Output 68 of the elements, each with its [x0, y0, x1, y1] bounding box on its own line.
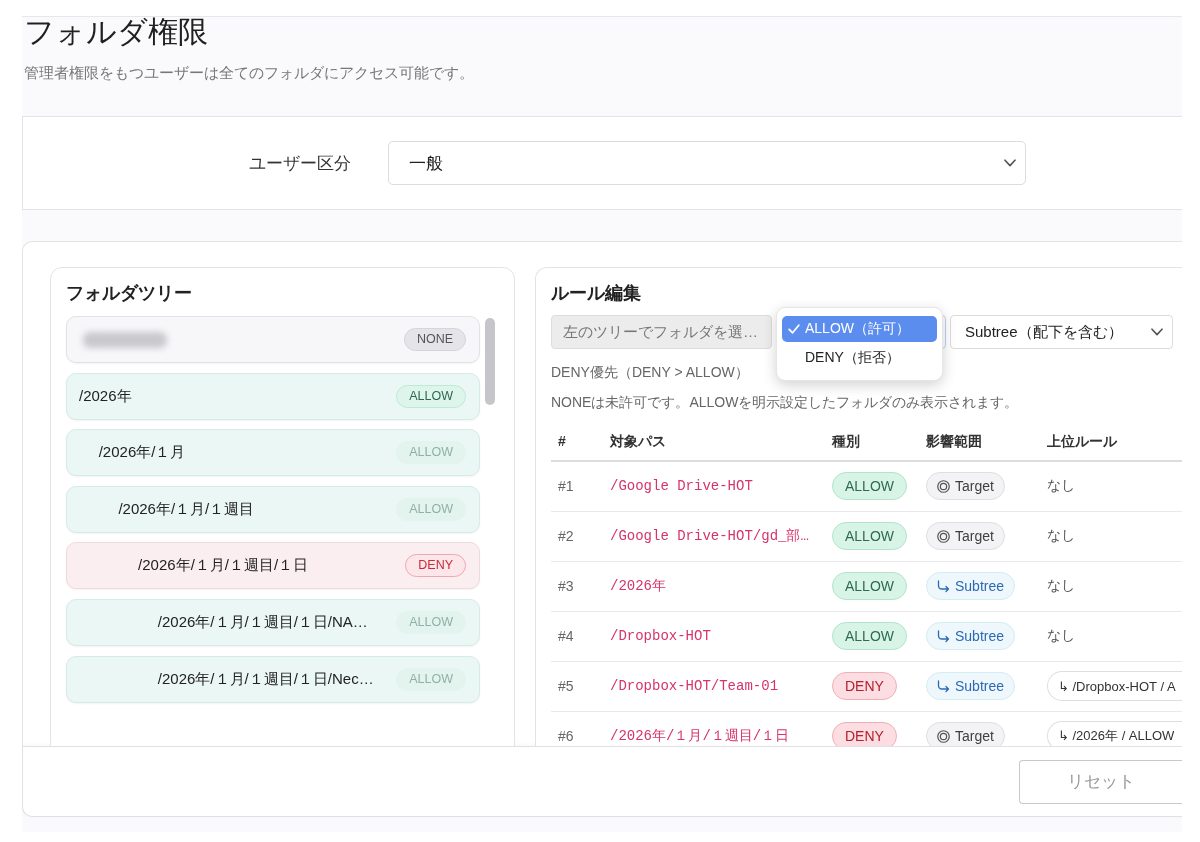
- tree-item[interactable]: /2026年/１月 ALLOW: [66, 429, 480, 477]
- parent-rule-text: なし: [1040, 561, 1182, 611]
- dropdown-option[interactable]: DENY（拒否）: [782, 345, 937, 371]
- rule-number: #1: [551, 461, 603, 511]
- permission-badge: ALLOW: [396, 384, 466, 408]
- page-title: フォルダ権限: [23, 17, 208, 47]
- scope-label: Target: [955, 528, 994, 544]
- column-header: 種別: [825, 428, 919, 461]
- tree-item[interactable]: /2026年/１月/１週目/１日/NA… ALLOW: [66, 598, 480, 646]
- parent-rule-badge: ↳ /2026年 / ALLOW: [1047, 721, 1182, 746]
- rule-number: #2: [551, 511, 603, 561]
- scope-label: Subtree: [955, 628, 1005, 644]
- permission-badge: ALLOW: [832, 572, 907, 600]
- scope-label: Subtree: [955, 578, 1005, 594]
- permission-badge: ALLOW: [832, 622, 907, 650]
- permission-badge: NONE: [403, 328, 466, 351]
- folder-field[interactable]: 左のツリーでフォルダを選…: [551, 315, 772, 349]
- scope-label: Target: [955, 478, 994, 495]
- tree-item[interactable]: /2026年/１月/１週目 ALLOW: [66, 485, 480, 533]
- tree-item[interactable]: /2026年/１月/１週目/１日/Nec… ALLOW: [66, 655, 480, 703]
- panel-title: フォルダツリー: [66, 282, 192, 305]
- help-text: DENY優先（DENY > ALLOW）: [551, 363, 749, 382]
- tree-item[interactable]: /2026年 ALLOW: [66, 372, 480, 420]
- folder-path: /Dropbox-HOT/Team-01: [603, 661, 825, 711]
- parent-rule-badge: ↳ /Dropbox-HOT / A: [1047, 671, 1182, 701]
- curved-arrow-icon: [937, 679, 950, 693]
- column-header: 対象パス: [603, 428, 825, 461]
- chevron-down-icon: [1151, 328, 1163, 336]
- parent-rule-text: なし: [1040, 461, 1182, 511]
- scope-label: Subtree: [955, 678, 1005, 694]
- curved-arrow-icon: [937, 629, 950, 643]
- page-subtitle: 管理者権限をもつユーザーは全てのフォルダにアクセス可能です。: [24, 63, 474, 83]
- permission-badge: DENY: [405, 554, 466, 578]
- folder-path: /Google Drive-HOT: [603, 461, 825, 511]
- parent-rule-text: なし: [1040, 511, 1182, 561]
- checkmark-icon: [788, 324, 800, 334]
- target-icon: [937, 729, 950, 743]
- permission-badge: ALLOW: [832, 472, 907, 501]
- curved-arrow-icon: [937, 579, 950, 593]
- scope-label: Target: [955, 728, 994, 744]
- parent-rule-text: なし: [1040, 611, 1182, 661]
- help-text: NONEは未許可です。ALLOWを明示設定したフォルダのみ表示されます。: [551, 393, 1019, 412]
- folder-path: /Google Drive-HOT/gd_部…: [603, 511, 825, 561]
- column-header: 影響範囲: [919, 428, 1040, 461]
- user-type-label: ユーザー区分: [249, 152, 351, 175]
- tree-item[interactable]: NONE: [66, 316, 480, 363]
- permission-badge: DENY: [832, 672, 897, 700]
- tree-item[interactable]: /2026年/１月/１週目/１日 DENY: [66, 542, 480, 590]
- scope-select[interactable]: Subtree（配下を含む）: [950, 315, 1173, 349]
- target-icon: [937, 479, 950, 493]
- scrollbar-thumb[interactable]: [485, 318, 495, 405]
- user-type-select[interactable]: 一般: [388, 141, 1026, 185]
- target-icon: [937, 529, 950, 543]
- rule-number: #3: [551, 561, 603, 611]
- column-header: 上位ルール: [1040, 428, 1182, 461]
- rule-number: #4: [551, 611, 603, 661]
- folder-path: /Dropbox-HOT: [603, 611, 825, 661]
- permission-badge: ALLOW: [396, 667, 466, 691]
- permission-badge: ALLOW: [396, 441, 466, 465]
- column-header: #: [551, 428, 603, 461]
- rule-number: #5: [551, 661, 603, 711]
- chevron-down-icon: [1004, 159, 1016, 167]
- permission-badge: ALLOW: [396, 610, 466, 634]
- permission-badge: ALLOW: [832, 522, 907, 550]
- permission-badge: ALLOW: [396, 497, 466, 521]
- panel-title: ルール編集: [551, 282, 641, 305]
- permission-badge: DENY: [832, 722, 897, 746]
- folder-path: /2026年: [603, 561, 825, 611]
